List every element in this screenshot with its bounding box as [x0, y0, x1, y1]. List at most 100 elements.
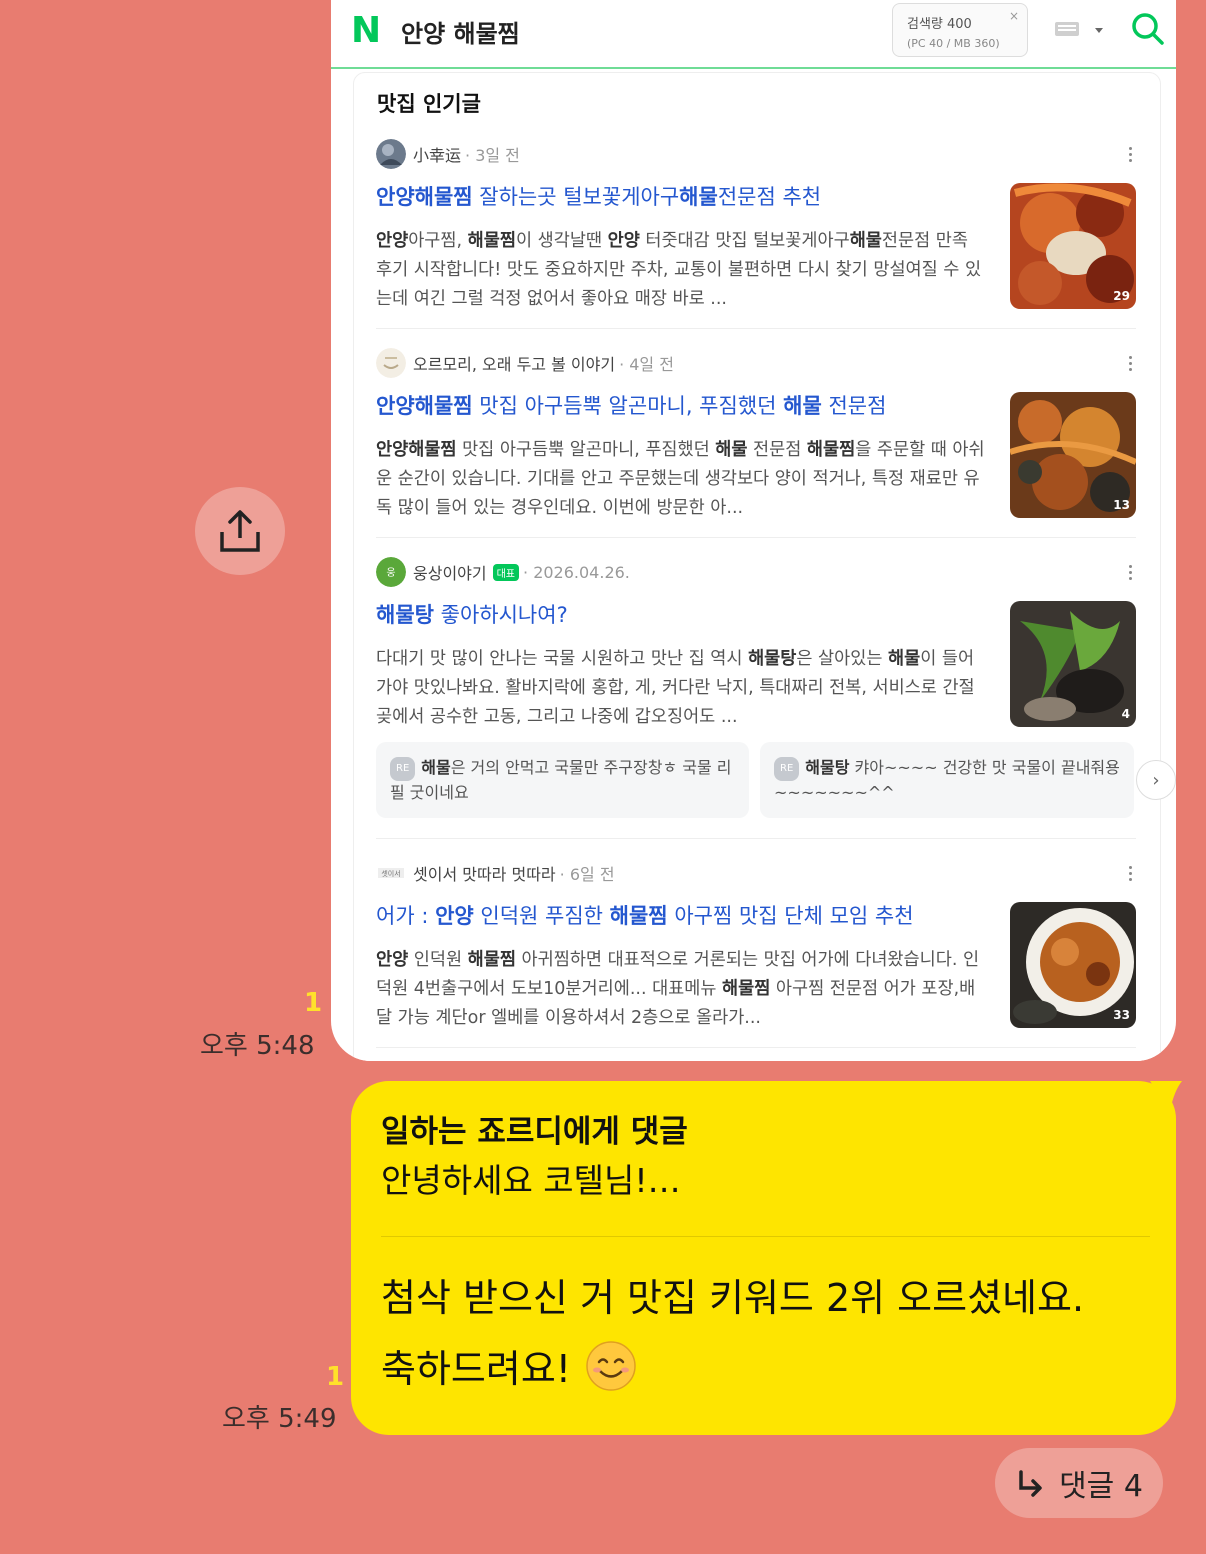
image-count: 29 [1113, 289, 1130, 303]
keyboard-icon [1055, 22, 1103, 36]
share-button[interactable] [195, 487, 285, 575]
svg-text:셋이서: 셋이서 [381, 869, 400, 878]
reply-tag: RE [390, 756, 416, 781]
image-count: 4 [1121, 707, 1130, 721]
kebab-menu-icon[interactable] [1124, 858, 1136, 888]
avatar: 웅 [376, 557, 406, 587]
seafood-photo [1010, 601, 1136, 727]
text-segment: 아구찜 맛집 단체 모임 추천 [667, 904, 914, 928]
keyword-highlight: 안양해물찜 [376, 440, 457, 460]
text-segment: 좋아하시나여? [433, 603, 568, 627]
post-author: 웅상이야기 [413, 564, 487, 583]
text-segment: 아구찜, [408, 231, 468, 251]
text-segment: 다대기 맛 많이 안나는 국물 시원하고 맛난 집 역시 [376, 649, 749, 669]
post-thumbnail[interactable]: 4 [1010, 601, 1136, 727]
search-query: 안양 해물찜 [401, 20, 520, 48]
keyword-highlight: 해물탕 [805, 758, 850, 777]
smile-emoji-icon [586, 1340, 636, 1391]
post-item[interactable]: 小幸运 · 3일 전 안양해물찜 잘하는곳 털보꽃게아구해물전문점 추천 안양아… [376, 139, 1136, 309]
text-segment: 전문점 추천 [717, 185, 822, 209]
search-volume-box: 검색량 400 (PC 40 / MB 360) × [892, 3, 1028, 57]
keyword-highlight: 해물찜 [722, 979, 771, 999]
reply-count-button[interactable]: 댓글 4 [995, 1448, 1163, 1518]
keyword-highlight: 해물탕 [376, 603, 434, 627]
post-snippet: 안양 인덕원 해물찜 아귀찜하면 대표적으로 거론되는 맛집 어가에 다녀왔습니… [376, 946, 988, 1033]
search-volume-total: 검색량 400 [907, 17, 972, 32]
share-icon [220, 510, 260, 552]
avatar [376, 139, 406, 169]
text-segment: 이 생각날땐 [515, 231, 608, 251]
post-item[interactable]: 웅 웅상이야기 대표 · 2026.04.26. 해물탕 좋아하시나여? 다대기… [376, 557, 1136, 732]
kebab-menu-icon[interactable] [1124, 139, 1136, 169]
reply-text: 해물탕 캬아~~~~ 건강한 맛 국물이 끝내줘용~~~~~~~^^ [774, 758, 1120, 802]
post-snippet: 다대기 맛 많이 안나는 국물 시원하고 맛난 집 역시 해물탕은 살아있는 해… [376, 645, 988, 732]
keyword-highlight: 안양 [376, 231, 409, 251]
post-date: · 6일 전 [559, 865, 615, 884]
text-segment: 전문점 [821, 394, 887, 418]
keyword-highlight: 해물찜 [806, 440, 856, 460]
keyword-highlight: 해물 [715, 440, 748, 460]
post-author: 오르모리, 오래 두고 볼 이야기 [413, 355, 616, 374]
kebab-menu-icon[interactable] [1124, 348, 1136, 378]
message-text: 축하드려요! [381, 1347, 572, 1391]
post-meta: 셋이서 셋이서 맛따라 멋따라 · 6일 전 [376, 858, 615, 888]
text-segment: 인덕원 [408, 950, 468, 970]
avatar: 셋이서 [378, 868, 404, 878]
post-meta: 웅 웅상이야기 대표 · 2026.04.26. [376, 557, 630, 587]
reply-tag: RE [774, 756, 800, 781]
message-text-line1: 첨삭 받으신 거 맛집 키워드 2위 오르셨네요. [381, 1276, 1085, 1320]
reply-target-title[interactable]: 일하는 죠르디에게 댓글 [381, 1106, 688, 1151]
search-screenshot-image[interactable]: N 안양 해물찜 검색량 400 (PC 40 / MB 360) × 맛집 인… [331, 0, 1176, 1061]
keyword-highlight: 안양 [607, 231, 640, 251]
divider [376, 838, 1136, 839]
chevron-right-icon[interactable]: › [1136, 760, 1176, 800]
reply-target-preview[interactable]: 안녕하세요 코텔님!… [381, 1154, 681, 1202]
post-title[interactable]: 해물탕 좋아하시나여? [376, 599, 976, 629]
avatar [376, 348, 406, 378]
image-count: 33 [1113, 1008, 1130, 1022]
post-snippet: 안양해물찜 맛집 아구듬뿍 알곤마니, 푸짐했던 해물 전문점 해물찜을 주문할… [376, 436, 988, 523]
message-text-line2: 축하드려요! [381, 1338, 637, 1393]
comment-replies: RE 해물은 거의 안먹고 국물만 주구장창ㅎ 국물 리필 굿이네요 RE 해물탕 … [376, 742, 1176, 818]
post-thumbnail[interactable]: 29 [1010, 183, 1136, 309]
reply-text: 해물은 거의 안먹고 국물만 주구장창ㅎ 국물 리필 굿이네요 [390, 758, 732, 802]
post-title[interactable]: 안양해물찜 잘하는곳 털보꽃게아구해물전문점 추천 [376, 181, 976, 211]
post-thumbnail[interactable]: 33 [1010, 902, 1136, 1028]
post-author: 셋이서 맛따라 멋따라 [413, 865, 556, 884]
keyword-highlight: 해물찜 [609, 904, 668, 928]
image-count: 13 [1113, 498, 1130, 512]
text-segment: 맛집 아구듬뿍 알곤마니, 푸짐했던 [456, 440, 716, 460]
divider [376, 537, 1136, 538]
keyword-highlight: 안양 [435, 904, 474, 928]
keyword-highlight: 해물찜 [467, 950, 516, 970]
post-meta: 오르모리, 오래 두고 볼 이야기 · 4일 전 [376, 348, 674, 378]
keyword-highlight: 안양해물찜 [376, 185, 473, 209]
post-title[interactable]: 어가 : 안양 인덕원 푸짐한 해물찜 아구찜 맛집 단체 모임 추천 [376, 900, 976, 930]
unread-count-2: 1 [326, 1362, 345, 1392]
close-icon: × [1008, 9, 1019, 23]
post-date: · 2026.04.26. [523, 562, 630, 582]
text-segment: 맛집 아구듬뿍 알곤마니, 푸짐했던 [472, 394, 784, 418]
text-segment: 어가 : [376, 904, 436, 928]
post-date: · 4일 전 [619, 355, 674, 374]
message-time-1: 오후 5:48 [200, 1031, 315, 1061]
keyword-highlight: 안양 [376, 950, 409, 970]
post-snippet: 안양아구찜, 해물찜이 생각날땐 안양 터줏대감 맛집 털보꽃게아구해물전문점 … [376, 227, 988, 314]
text-segment: 전문점 [747, 440, 807, 460]
post-author: 小幸运 [413, 146, 462, 165]
post-thumbnail[interactable]: 13 [1010, 392, 1136, 518]
reply-card[interactable]: RE 해물은 거의 안먹고 국물만 주구장창ㅎ 국물 리필 굿이네요 [376, 742, 749, 818]
post-title[interactable]: 안양해물찜 맛집 아구듬뿍 알곤마니, 푸짐했던 해물 전문점 [376, 390, 976, 420]
post-item[interactable]: 오르모리, 오래 두고 볼 이야기 · 4일 전 안양해물찜 맛집 아구듬뿍 알… [376, 348, 1136, 518]
divider [376, 1047, 1136, 1048]
divider [376, 328, 1136, 329]
reply-card[interactable]: RE 해물탕 캬아~~~~ 건강한 맛 국물이 끝내줘용~~~~~~~^^ [760, 742, 1134, 818]
kebab-menu-icon[interactable] [1124, 557, 1136, 587]
unread-count-1: 1 [304, 988, 323, 1018]
text-segment: 터줏대감 맛집 털보꽃게아구 [639, 231, 850, 251]
svg-text:웅: 웅 [386, 567, 395, 579]
text-segment: 은 살아있는 [796, 649, 889, 669]
keyword-highlight: 해물 [421, 758, 451, 777]
post-item[interactable]: 셋이서 셋이서 맛따라 멋따라 · 6일 전 어가 : 안양 인덕원 푸짐한 해… [376, 858, 1136, 1033]
search-volume-breakdown: (PC 40 / MB 360) [907, 37, 1000, 50]
